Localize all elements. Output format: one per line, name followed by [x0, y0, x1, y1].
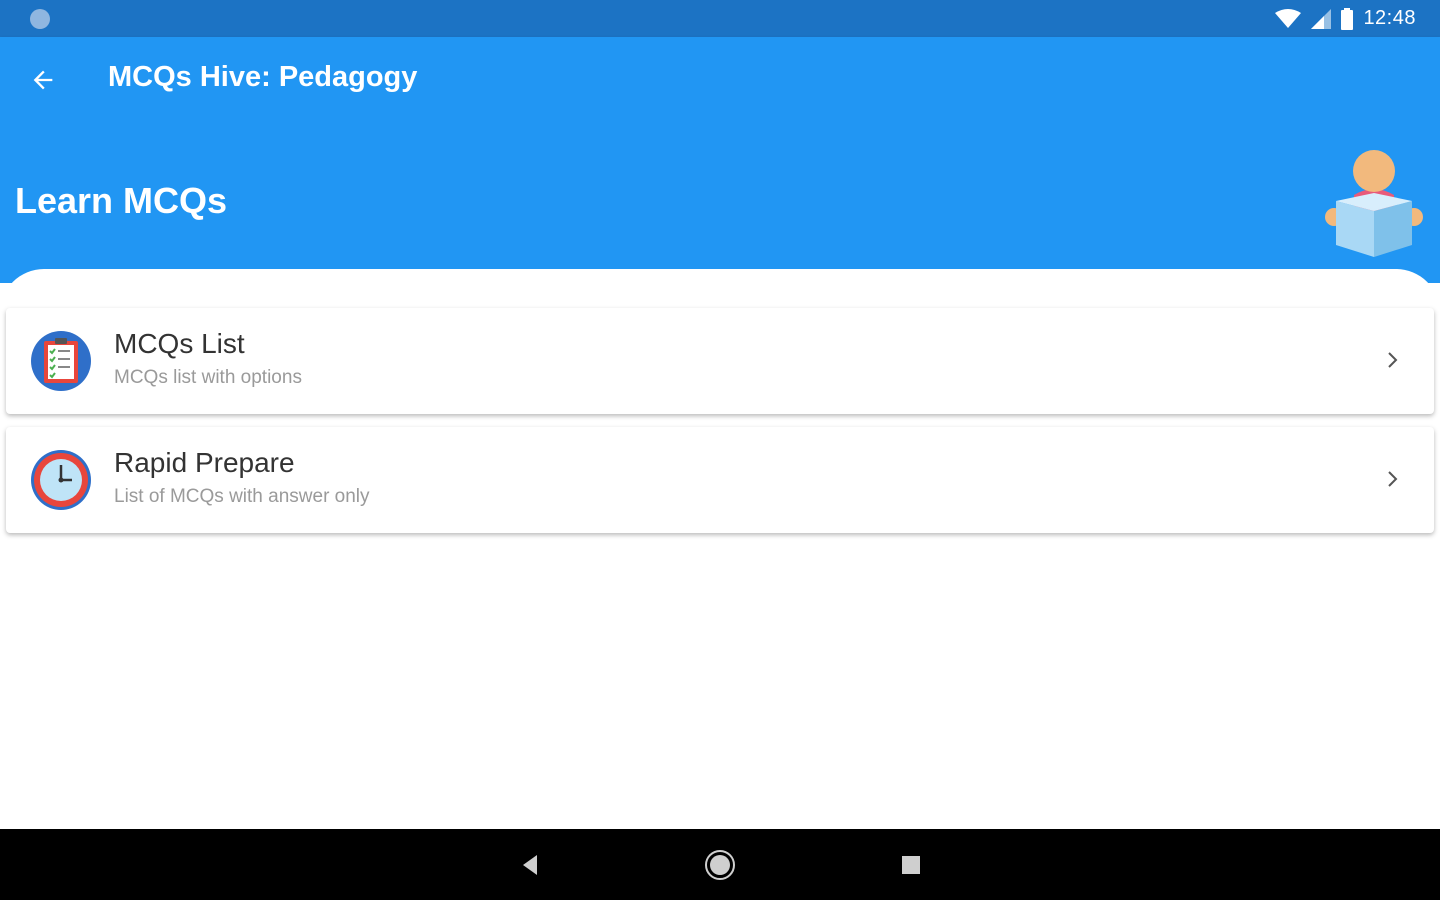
menu-item-subtitle: List of MCQs with answer only — [114, 486, 370, 507]
wifi-icon — [1275, 8, 1302, 28]
section-title: Learn MCQs — [15, 180, 228, 221]
menu-item-rapid-prepare[interactable]: Rapid Prepare List of MCQs with answer o… — [6, 427, 1434, 533]
app-bar: MCQs Hive: Pedagogy — [0, 37, 1440, 123]
cell-signal-icon — [1311, 8, 1332, 29]
app-screen: 12:48 MCQs Hive: Pedagogy Learn MCQs MCQ… — [0, 0, 1440, 900]
nav-home-button[interactable] — [704, 849, 736, 881]
status-clock: 12:48 — [1363, 7, 1416, 29]
checklist-clipboard-icon — [31, 331, 91, 391]
clock-icon — [31, 450, 91, 510]
menu-item-title: Rapid Prepare — [114, 447, 295, 478]
nav-recents-button[interactable] — [895, 849, 927, 881]
status-icons: 12:48 — [1275, 6, 1416, 31]
chevron-right-icon — [1388, 352, 1398, 368]
person-reading-book-icon — [1325, 150, 1423, 257]
battery-icon — [1341, 7, 1354, 30]
app-title: MCQs Hive: Pedagogy — [108, 61, 418, 93]
nav-recents-icon — [902, 856, 920, 874]
header-banner: Learn MCQs — [0, 123, 1440, 283]
system-nav-bar — [0, 829, 1440, 900]
nav-back-button[interactable] — [514, 849, 546, 881]
menu-item-title: MCQs List — [114, 328, 245, 359]
menu-item-subtitle: MCQs list with options — [114, 367, 302, 388]
status-bar: 12:48 — [0, 0, 1440, 37]
nav-home-icon — [705, 850, 735, 880]
nav-back-icon — [523, 855, 537, 875]
chevron-right-icon — [1388, 471, 1398, 487]
menu-item-mcqs-list[interactable]: MCQs List MCQs list with options — [6, 308, 1434, 414]
arrow-back-icon — [33, 70, 53, 90]
notification-dot-icon — [30, 9, 50, 29]
back-button[interactable] — [20, 57, 66, 103]
